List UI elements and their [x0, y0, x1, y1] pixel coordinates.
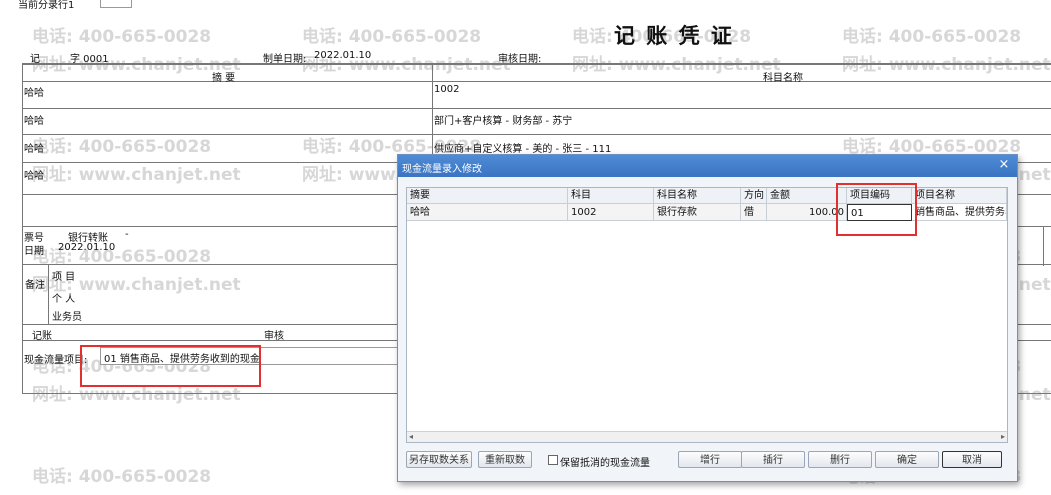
date2-value: 2022.01.10 — [58, 242, 116, 253]
save-relation-button[interactable]: 另存取数关系 — [406, 451, 472, 468]
ok-button[interactable]: 确定 — [875, 451, 939, 468]
dialog-titlebar: 现金流量录入修改 × — [398, 155, 1017, 177]
column-header: 科目名称 — [654, 188, 741, 204]
highlight-box — [836, 183, 917, 236]
cell-amount[interactable]: 100.00 — [767, 204, 847, 221]
refetch-button[interactable]: 重新取数 — [478, 451, 532, 468]
watermark-phone: 电话: 400-665-0028 — [842, 27, 1022, 47]
voucher-title: 记 账 凭 证 — [614, 23, 734, 48]
watermark-phone: 电话: 400-665-0028 — [32, 137, 212, 157]
entry-account[interactable]: 1002 — [434, 84, 459, 95]
bookkeeping-label: 记账 — [32, 331, 52, 342]
salesman-label: 业务员 — [52, 312, 82, 323]
entry-account[interactable]: 部门+客户核算 - 财务部 - 苏宁 — [434, 112, 572, 127]
watermark-phone: 电话: 400-665-0028 — [32, 467, 212, 487]
audit-label: 审核 — [264, 331, 284, 342]
cell-account[interactable]: 1002 — [568, 204, 654, 221]
watermark-phone: 电话: 400-665-0028 — [32, 27, 212, 47]
column-header: 方向 — [741, 188, 767, 204]
cell-summary[interactable]: 哈哈 — [407, 204, 568, 221]
date2-label: 日期 — [24, 246, 44, 257]
current-entry-label: 当前分录行1 — [18, 0, 75, 11]
entry-summary[interactable]: 哈哈 — [24, 167, 44, 182]
entry-summary[interactable]: 哈哈 — [24, 112, 44, 127]
horizontal-scrollbar[interactable]: ◂ ▸ — [407, 431, 1007, 442]
keep-offset-checkbox[interactable] — [548, 455, 558, 465]
cell-item-name[interactable]: 销售商品、提供劳务收 — [912, 204, 1007, 221]
entry-account[interactable]: 供应商+自定义核算 - 美的 - 张三 - 111 — [434, 140, 611, 155]
delete-row-button[interactable]: 删行 — [808, 451, 872, 468]
watermark-site: 网址: www.chanjet.net — [32, 165, 241, 185]
summary-header: 摘 要 — [212, 73, 236, 84]
current-entry-field[interactable] — [100, 0, 132, 8]
person-label: 个 人 — [52, 294, 76, 305]
ticket-dash: - — [125, 229, 129, 240]
entry-summary[interactable]: 哈哈 — [24, 140, 44, 155]
remark-label: 备注 — [25, 280, 45, 291]
highlight-box — [80, 345, 261, 387]
cashflow-label: 现金流量项目: — [24, 355, 88, 366]
column-header: 科目 — [568, 188, 654, 204]
add-row-button[interactable]: 增行 — [678, 451, 742, 468]
scroll-right-icon[interactable]: ▸ — [1001, 432, 1005, 441]
cell-direction[interactable]: 借 — [741, 204, 767, 221]
cashflow-dialog: 现金流量录入修改 × 摘要 科目 科目名称 方向 金额 项目编码 项目名称 哈哈… — [397, 154, 1018, 482]
column-header: 项目名称 — [912, 188, 1007, 204]
account-header: 科目名称 — [763, 73, 803, 84]
column-header: 金额 — [767, 188, 847, 204]
column-header: 摘要 — [407, 188, 568, 204]
cashflow-grid: 摘要 科目 科目名称 方向 金额 项目编码 项目名称 哈哈 1002 银行存款 … — [406, 187, 1008, 443]
watermark-phone: 电话: 400-665-0028 — [302, 27, 482, 47]
dialog-title: 现金流量录入修改 — [402, 164, 482, 175]
close-icon[interactable]: × — [997, 158, 1011, 172]
keep-offset-label: 保留抵消的现金流量 — [560, 458, 650, 469]
insert-row-button[interactable]: 插行 — [741, 451, 805, 468]
create-date-value[interactable]: 2022.01.10 — [314, 50, 371, 61]
entry-summary[interactable]: 哈哈 — [24, 84, 44, 99]
project-label: 项 目 — [52, 272, 76, 283]
cell-account-name[interactable]: 银行存款 — [654, 204, 741, 221]
scroll-left-icon[interactable]: ◂ — [409, 432, 413, 441]
cancel-button[interactable]: 取消 — [942, 451, 1002, 468]
